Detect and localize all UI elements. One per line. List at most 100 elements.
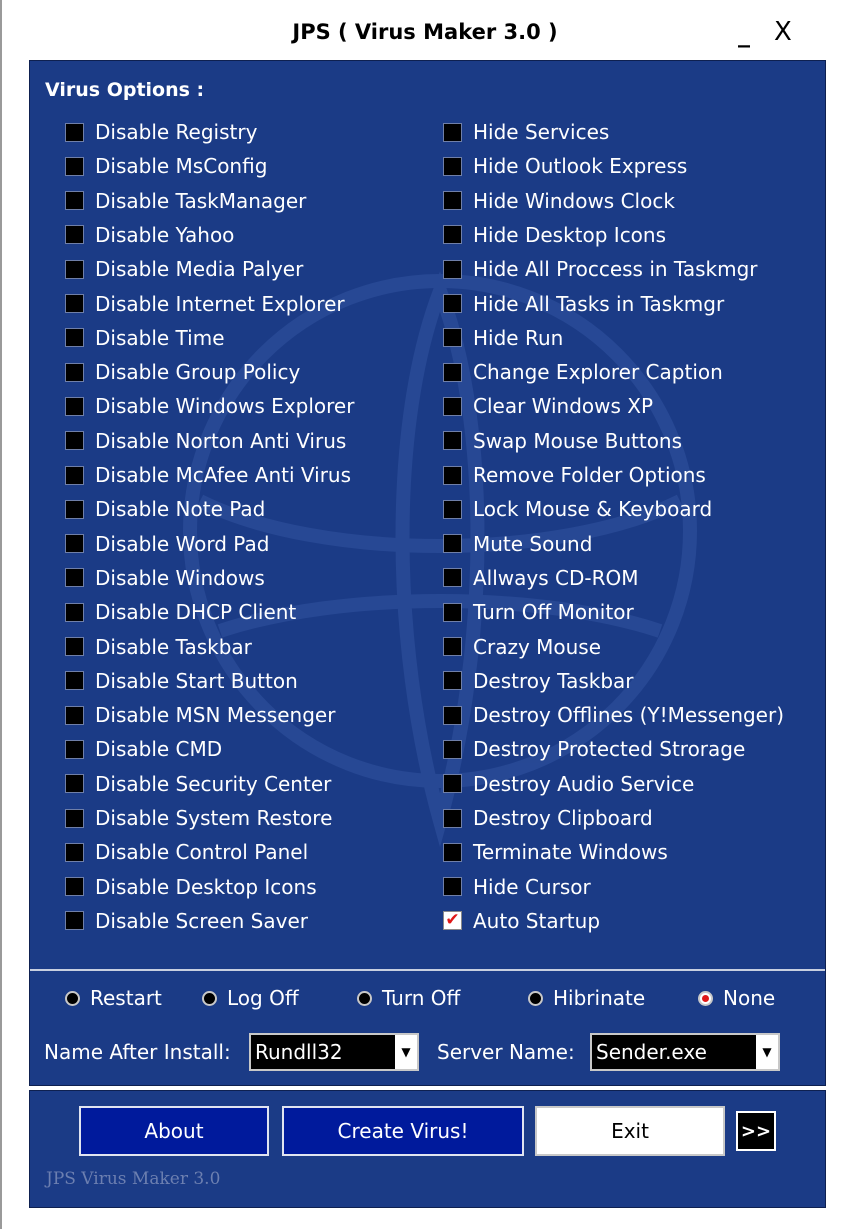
checkbox-icon[interactable]	[65, 431, 84, 451]
option-checkbox[interactable]: Disable Time	[65, 323, 225, 353]
checkbox-icon[interactable]	[65, 739, 84, 759]
checkbox-icon[interactable]	[65, 877, 84, 897]
checkbox-icon[interactable]	[65, 396, 84, 416]
checkbox-icon[interactable]	[443, 568, 462, 588]
checkbox-icon[interactable]	[443, 499, 462, 519]
option-checkbox[interactable]: Hide Desktop Icons	[443, 220, 666, 250]
chevron-down-icon[interactable]: ▼	[395, 1035, 417, 1069]
checkbox-icon[interactable]	[443, 774, 462, 794]
option-checkbox[interactable]: Disable Internet Explorer	[65, 289, 345, 319]
radio-icon[interactable]	[528, 990, 543, 1006]
option-checkbox[interactable]: Disable Note Pad	[65, 494, 265, 524]
option-checkbox[interactable]: Disable McAfee Anti Virus	[65, 460, 351, 490]
checkbox-icon[interactable]	[65, 671, 84, 691]
option-checkbox[interactable]: Destroy Audio Service	[443, 769, 694, 799]
option-checkbox[interactable]: Disable Desktop Icons	[65, 872, 317, 902]
checkbox-icon[interactable]	[443, 602, 462, 622]
option-checkbox[interactable]: Lock Mouse & Keyboard	[443, 494, 712, 524]
option-checkbox[interactable]: Hide Run	[443, 323, 563, 353]
checkbox-icon[interactable]	[65, 294, 84, 313]
option-checkbox[interactable]: Crazy Mouse	[443, 632, 601, 662]
option-checkbox[interactable]: Disable Media Palyer	[65, 254, 303, 284]
checkbox-icon[interactable]	[443, 122, 462, 142]
checkbox-checked-icon[interactable]: ✔	[443, 911, 462, 931]
option-checkbox[interactable]: Disable Yahoo	[65, 220, 234, 250]
option-checkbox[interactable]: Terminate Windows	[443, 837, 668, 867]
radio-icon[interactable]	[202, 990, 217, 1006]
checkbox-icon[interactable]	[443, 808, 462, 828]
option-checkbox[interactable]: Turn Off Monitor	[443, 597, 634, 627]
checkbox-icon[interactable]	[65, 122, 84, 142]
option-checkbox[interactable]: Clear Windows XP	[443, 391, 653, 421]
checkbox-icon[interactable]	[443, 465, 462, 485]
checkbox-icon[interactable]	[443, 431, 462, 451]
radio-option[interactable]: Restart	[65, 986, 162, 1010]
server-name-value[interactable]: Sender.exe	[592, 1040, 756, 1064]
server-name-combo[interactable]: Sender.exe ▼	[590, 1033, 780, 1071]
checkbox-icon[interactable]	[65, 362, 84, 382]
option-checkbox[interactable]: Disable Word Pad	[65, 529, 269, 559]
option-checkbox[interactable]: Hide All Proccess in Taskmgr	[443, 254, 757, 284]
option-checkbox[interactable]: Disable Group Policy	[65, 357, 300, 387]
option-checkbox[interactable]: Hide Services	[443, 117, 609, 147]
radio-option[interactable]: None	[698, 986, 775, 1010]
option-checkbox[interactable]: Disable Security Center	[65, 769, 331, 799]
more-button[interactable]: >>	[736, 1111, 776, 1151]
option-checkbox[interactable]: Disable MSN Messenger	[65, 700, 335, 730]
checkbox-icon[interactable]	[65, 637, 84, 656]
name-after-install-combo[interactable]: Rundll32 ▼	[249, 1033, 419, 1071]
checkbox-icon[interactable]	[65, 499, 84, 519]
checkbox-icon[interactable]	[443, 671, 462, 691]
option-checkbox[interactable]: Disable Start Button	[65, 666, 298, 696]
option-checkbox[interactable]: Disable Control Panel	[65, 837, 308, 867]
option-checkbox[interactable]: Disable Registry	[65, 117, 257, 147]
option-checkbox[interactable]: Allways CD-ROM	[443, 563, 639, 593]
radio-icon[interactable]	[698, 990, 713, 1006]
option-checkbox[interactable]: Disable Screen Saver	[65, 906, 308, 936]
option-checkbox[interactable]: Destroy Protected Strorage	[443, 734, 745, 764]
option-checkbox[interactable]: Mute Sound	[443, 529, 592, 559]
option-checkbox[interactable]: Disable DHCP Client	[65, 597, 296, 627]
exit-button[interactable]: Exit	[535, 1106, 725, 1156]
checkbox-icon[interactable]	[443, 259, 462, 279]
option-checkbox[interactable]: Hide All Tasks in Taskmgr	[443, 289, 724, 319]
option-checkbox[interactable]: Disable System Restore	[65, 803, 332, 833]
checkbox-icon[interactable]	[65, 705, 84, 725]
checkbox-icon[interactable]	[65, 808, 84, 828]
checkbox-icon[interactable]	[65, 568, 84, 588]
radio-icon[interactable]	[357, 990, 372, 1006]
checkbox-icon[interactable]	[65, 774, 84, 794]
option-checkbox[interactable]: Destroy Clipboard	[443, 803, 653, 833]
checkbox-icon[interactable]	[443, 739, 462, 759]
create-virus-button[interactable]: Create Virus!	[282, 1106, 524, 1156]
checkbox-icon[interactable]	[65, 534, 84, 554]
option-checkbox[interactable]: Change Explorer Caption	[443, 357, 723, 387]
option-checkbox[interactable]: Swap Mouse Buttons	[443, 426, 682, 456]
option-checkbox[interactable]: Destroy Offlines (Y!Messenger)	[443, 700, 784, 730]
radio-option[interactable]: Log Off	[202, 986, 299, 1010]
checkbox-icon[interactable]	[443, 294, 462, 313]
checkbox-icon[interactable]	[443, 225, 462, 245]
close-button[interactable]: X	[774, 18, 792, 46]
checkbox-icon[interactable]	[65, 842, 84, 862]
chevron-down-icon[interactable]: ▼	[756, 1035, 778, 1069]
option-checkbox[interactable]: ✔ Auto Startup	[443, 906, 600, 936]
checkbox-icon[interactable]	[65, 465, 84, 485]
checkbox-icon[interactable]	[65, 156, 84, 176]
checkbox-icon[interactable]	[65, 602, 84, 622]
option-checkbox[interactable]: Disable Taskbar	[65, 632, 252, 662]
option-checkbox[interactable]: Disable MsConfig	[65, 151, 267, 181]
option-checkbox[interactable]: Disable CMD	[65, 734, 222, 764]
radio-option[interactable]: Hibrinate	[528, 986, 645, 1010]
checkbox-icon[interactable]	[65, 911, 84, 931]
checkbox-icon[interactable]	[443, 842, 462, 862]
checkbox-icon[interactable]	[443, 156, 462, 176]
option-checkbox[interactable]: Hide Outlook Express	[443, 151, 687, 181]
option-checkbox[interactable]: Remove Folder Options	[443, 460, 706, 490]
checkbox-icon[interactable]	[443, 191, 462, 211]
checkbox-icon[interactable]	[65, 328, 84, 348]
checkbox-icon[interactable]	[65, 259, 84, 279]
option-checkbox[interactable]: Disable TaskManager	[65, 186, 306, 216]
checkbox-icon[interactable]	[443, 362, 462, 382]
checkbox-icon[interactable]	[443, 396, 462, 416]
